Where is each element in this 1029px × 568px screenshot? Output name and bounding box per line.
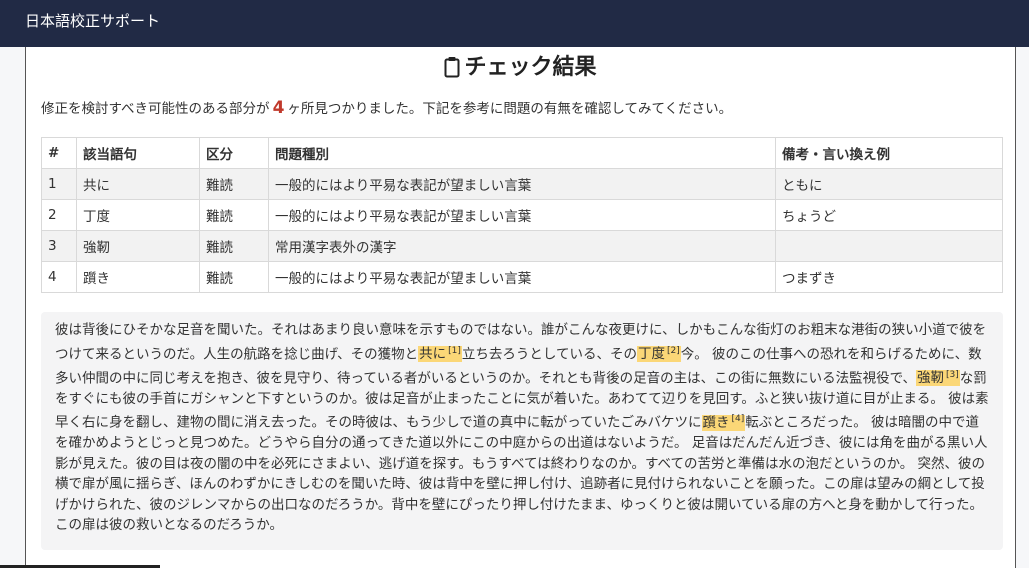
clipboard-icon xyxy=(444,56,460,86)
result-card: チェック結果 修正を検討すべき可能性のある部分が 4 ヶ所見つかりました。下記を参考… xyxy=(25,47,1016,568)
row-term: 強靭 xyxy=(76,230,200,262)
row-category: 難読 xyxy=(199,261,269,293)
highlight-term-2[interactable]: 丁度 [2] xyxy=(637,346,681,362)
footnote-ref: [4] xyxy=(731,414,745,424)
row-issue-type: 一般的にはより平易な表記が望ましい言葉 xyxy=(268,168,776,200)
results-table: # 該当語句 区分 問題種別 備考・言い換え例 1 共に 難読 一般的にはより平… xyxy=(41,137,1003,293)
top-navbar: 日本語校正サポート xyxy=(0,0,1029,47)
col-header-category: 区分 xyxy=(199,137,269,169)
highlight-term-3[interactable]: 強靭 [3] xyxy=(916,370,960,386)
page-scrollbar[interactable] xyxy=(1018,47,1029,568)
table-header-row: # 該当語句 区分 問題種別 備考・言い換え例 xyxy=(41,137,1003,169)
row-notes: ともに xyxy=(775,168,1003,200)
row-number: 1 xyxy=(41,168,77,200)
table-row: 1 共に 難読 一般的にはより平易な表記が望ましい言葉 ともに xyxy=(41,168,1003,200)
footnote-ref: [2] xyxy=(667,345,680,356)
checked-text-panel: 彼は背後にひそかな足音を聞いた。それはあまり良い意味を示すものではない。誰がこん… xyxy=(41,312,1003,550)
result-summary: 修正を検討すべき可能性のある部分が 4 ヶ所見つかりました。下記を参考に問題の有無を… xyxy=(41,98,733,118)
result-heading-text: チェック結果 xyxy=(464,55,597,80)
row-issue-type: 一般的にはより平易な表記が望ましい言葉 xyxy=(268,261,776,293)
row-number: 2 xyxy=(41,199,77,231)
row-term: 共に xyxy=(76,168,200,200)
table-row: 4 躓き 難読 一般的にはより平易な表記が望ましい言葉 つまずき xyxy=(41,261,1003,293)
row-category: 難読 xyxy=(199,230,269,262)
row-notes xyxy=(775,230,1003,262)
col-header-number: # xyxy=(41,137,77,169)
row-issue-type: 常用漢字表外の漢字 xyxy=(268,230,776,262)
issue-count: 4 xyxy=(272,98,285,118)
footnote-ref: [1] xyxy=(448,345,461,356)
row-number: 4 xyxy=(41,261,77,293)
row-issue-type: 一般的にはより平易な表記が望ましい言葉 xyxy=(268,199,776,231)
row-term: 躓き xyxy=(76,261,200,293)
col-header-term: 該当語句 xyxy=(76,137,200,169)
row-term: 丁度 xyxy=(76,199,200,231)
col-header-issue-type: 問題種別 xyxy=(268,137,776,169)
row-category: 難読 xyxy=(199,199,269,231)
highlight-term-4[interactable]: 躓き [4] xyxy=(701,414,746,431)
row-notes: つまずき xyxy=(775,261,1003,293)
result-heading: チェック結果 xyxy=(26,54,1015,86)
table-row: 2 丁度 難読 一般的にはより平易な表記が望ましい言葉 ちょうど xyxy=(41,199,1003,231)
row-number: 3 xyxy=(41,230,77,262)
col-header-notes: 備考・言い換え例 xyxy=(775,137,1003,169)
table-row: 3 強靭 難読 常用漢字表外の漢字 xyxy=(41,230,1003,262)
highlight-term-1[interactable]: 共に [1] xyxy=(418,346,462,362)
row-notes: ちょうど xyxy=(775,199,1003,231)
footnote-ref: [3] xyxy=(946,369,959,380)
app-title[interactable]: 日本語校正サポート xyxy=(25,11,160,31)
row-category: 難読 xyxy=(199,168,269,200)
